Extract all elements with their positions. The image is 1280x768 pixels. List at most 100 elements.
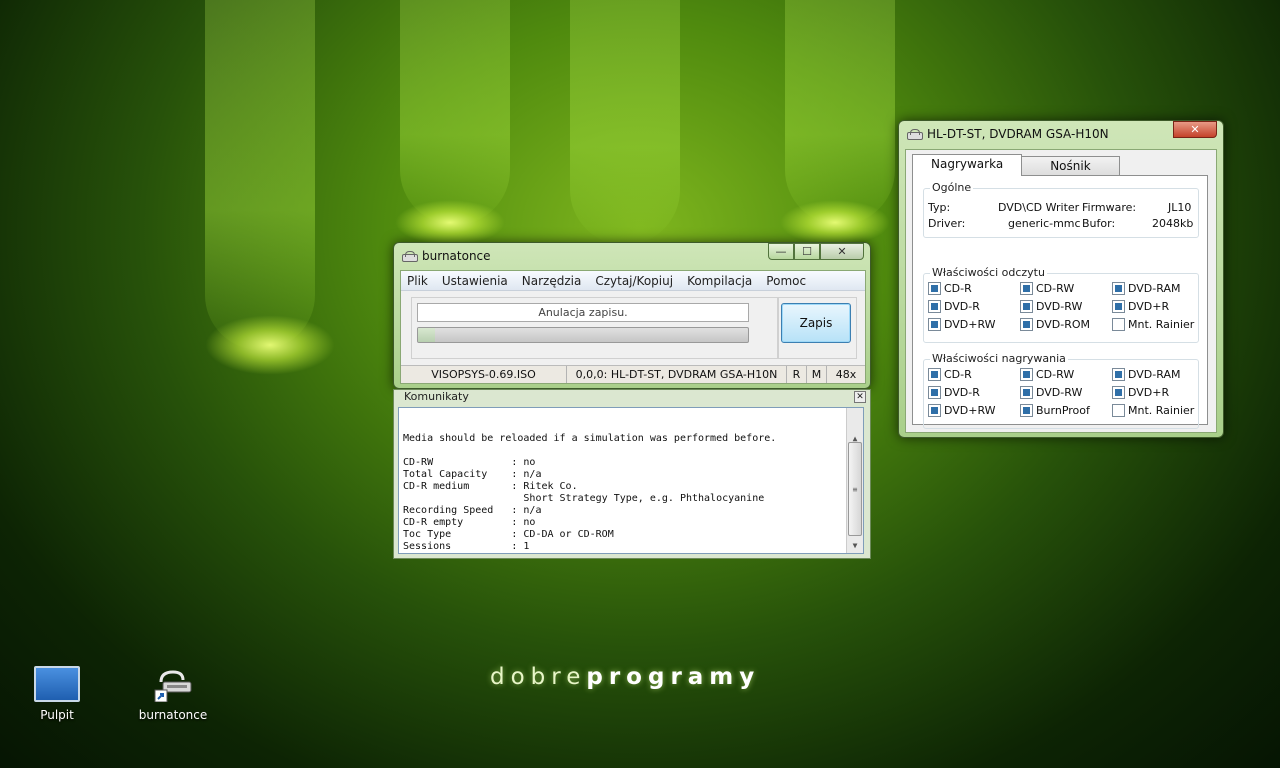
group-read-properties: Właściwości odczytu CD-R CD-RW DVD-RAM DVD-… — [923, 266, 1199, 343]
checkbox-write-cd-rw[interactable]: CD-RW — [1020, 368, 1074, 381]
checkbox-box[interactable] — [928, 386, 941, 399]
komunikaty-title[interactable]: Komunikaty ✕ — [394, 390, 870, 404]
checkbox-box[interactable] — [1112, 300, 1125, 313]
checkbox-box[interactable] — [1112, 368, 1125, 381]
log-line: Last Track : 18 — [403, 553, 859, 554]
checkbox-label: DVD+RW — [944, 318, 996, 331]
checkbox-box[interactable] — [928, 318, 941, 331]
checkbox-box[interactable] — [928, 300, 941, 313]
checkbox-read-mnt-rainier[interactable]: Mnt. Rainier — [1112, 318, 1194, 331]
log-line: Recording Speed : n/a — [403, 505, 542, 516]
group-legend: Właściwości nagrywania — [930, 352, 1068, 365]
status-bar: VISOPSYS-0.69.ISO 0,0,0: HL-DT-ST, DVDRA… — [401, 365, 865, 383]
checkbox-label: DVD-RAM — [1128, 282, 1181, 295]
maximize-button[interactable]: ☐ — [794, 243, 820, 260]
desktop-icon-burnatonce[interactable]: burnatonce — [128, 670, 218, 722]
window-title: HL-DT-ST, DVDRAM GSA-H10N — [927, 127, 1109, 141]
checkbox-write-dvd-ram[interactable]: DVD-RAM — [1112, 368, 1180, 381]
monitor-icon — [34, 666, 80, 702]
drive-icon — [907, 129, 923, 140]
minimize-button[interactable]: — — [768, 243, 794, 260]
menu-plik[interactable]: Plik — [407, 274, 428, 288]
checkbox-label: DVD+R — [1128, 386, 1170, 399]
checkbox-label: CD-R — [944, 368, 972, 381]
checkbox-box[interactable] — [1112, 282, 1125, 295]
desktop-icon-pulpit[interactable]: Pulpit — [12, 666, 102, 722]
checkbox-box[interactable] — [1112, 386, 1125, 399]
checkbox-write-dvd-r[interactable]: DVD-R — [928, 386, 980, 399]
close-button[interactable]: ✕ — [1173, 121, 1217, 138]
menu-pomoc[interactable]: Pomoc — [766, 274, 806, 288]
checkbox-box[interactable] — [1020, 404, 1033, 417]
status-r: R — [787, 366, 807, 383]
close-icon[interactable]: ✕ — [854, 391, 866, 403]
desktop-icon-label: Pulpit — [40, 708, 74, 722]
checkbox-write-burnproof[interactable]: BurnProof — [1020, 404, 1090, 417]
checkbox-read-cd-r[interactable]: CD-R — [928, 282, 972, 295]
checkbox-read-dvd-ram[interactable]: DVD-RAM — [1112, 282, 1180, 295]
checkbox-read-dvd-r[interactable]: DVD-R — [928, 300, 980, 313]
group-legend: Ogólne — [930, 181, 974, 194]
scroll-thumb[interactable]: ≡ — [848, 442, 862, 536]
progress-status-text: Anulacja zapisu. — [417, 303, 749, 322]
checkbox-box[interactable] — [1020, 300, 1033, 313]
scroll-down-icon[interactable]: ▼ — [847, 539, 863, 553]
driver-label: Driver: — [928, 217, 966, 230]
tab-nagrywarka[interactable]: Nagrywarka — [912, 154, 1023, 176]
checkbox-label: DVD+R — [1128, 300, 1170, 313]
progress-fill — [418, 328, 435, 342]
tab-page-nagrywarka: Ogólne Typ: DVD\CD Writer Firmware: JL10… — [912, 175, 1208, 429]
checkbox-write-cd-r[interactable]: CD-R — [928, 368, 972, 381]
checkbox-box[interactable] — [1112, 404, 1125, 417]
window-titlebar[interactable]: burnatonce — ☐ ✕ — [394, 243, 870, 269]
status-file: VISOPSYS-0.69.ISO — [401, 366, 567, 383]
checkbox-box[interactable] — [1020, 282, 1033, 295]
checkbox-box[interactable] — [1020, 318, 1033, 331]
window-titlebar[interactable]: HL-DT-ST, DVDRAM GSA-H10N ✕ — [899, 121, 1223, 147]
checkbox-box[interactable] — [928, 282, 941, 295]
checkbox-label: DVD-RAM — [1128, 368, 1181, 381]
progress-bar — [417, 327, 749, 343]
background-light-column — [205, 0, 315, 350]
checkbox-read-dvd-rw[interactable]: DVD-RW — [1020, 300, 1082, 313]
menu-narzedzia[interactable]: Narzędzia — [522, 274, 582, 288]
log-line: Media should be reloaded if a simulation… — [403, 433, 777, 444]
checkbox-read-dvd-r[interactable]: DVD+R — [1112, 300, 1169, 313]
checkbox-write-dvd-r[interactable]: DVD+R — [1112, 386, 1169, 399]
status-device: 0,0,0: HL-DT-ST, DVDRAM GSA-H10N — [567, 366, 787, 383]
bufor-label: Bufor: — [1082, 217, 1116, 230]
background-glow — [395, 200, 505, 245]
background-light-column — [570, 0, 680, 245]
log-line: Total Capacity : n/a — [403, 469, 542, 480]
desktop-icon-label: burnatonce — [138, 708, 208, 722]
checkbox-label: DVD-R — [944, 386, 980, 399]
menu-ustawienia[interactable]: Ustawienia — [442, 274, 508, 288]
message-log[interactable]: Media should be reloaded if a simulation… — [398, 407, 864, 554]
checkbox-write-dvd-rw[interactable]: DVD-RW — [1020, 386, 1082, 399]
close-button[interactable]: ✕ — [820, 243, 864, 260]
checkbox-box[interactable] — [1020, 368, 1033, 381]
checkbox-box[interactable] — [1020, 386, 1033, 399]
checkbox-read-dvd-rw[interactable]: DVD+RW — [928, 318, 996, 331]
checkbox-box[interactable] — [1112, 318, 1125, 331]
tab-nosnik[interactable]: Nośnik — [1021, 156, 1120, 176]
checkbox-write-mnt-rainier[interactable]: Mnt. Rainier — [1112, 404, 1194, 417]
menu-kompilacja[interactable]: Kompilacja — [687, 274, 752, 288]
checkbox-box[interactable] — [928, 404, 941, 417]
typ-label: Typ: — [928, 201, 951, 214]
checkbox-label: DVD-RW — [1036, 300, 1083, 313]
menu-czytaj-kopiuj[interactable]: Czytaj/Kopiuj — [595, 274, 673, 288]
firmware-value: JL10 — [1168, 201, 1192, 214]
zapis-button[interactable]: Zapis — [781, 303, 851, 343]
checkbox-read-cd-rw[interactable]: CD-RW — [1020, 282, 1074, 295]
background-glow — [780, 200, 890, 245]
vertical-scrollbar[interactable]: ▲ ≡ ▼ — [846, 408, 863, 553]
log-line: CD-RW : no — [403, 457, 536, 468]
checkbox-label: CD-R — [944, 282, 972, 295]
burnatonce-window: burnatonce — ☐ ✕ Plik Ustawienia Narzędz… — [393, 242, 871, 389]
checkbox-read-dvd-rom[interactable]: DVD-ROM — [1020, 318, 1090, 331]
checkbox-write-dvd-rw[interactable]: DVD+RW — [928, 404, 996, 417]
checkbox-box[interactable] — [928, 368, 941, 381]
desktop-brand-logo: dobreprogramy — [490, 664, 761, 690]
